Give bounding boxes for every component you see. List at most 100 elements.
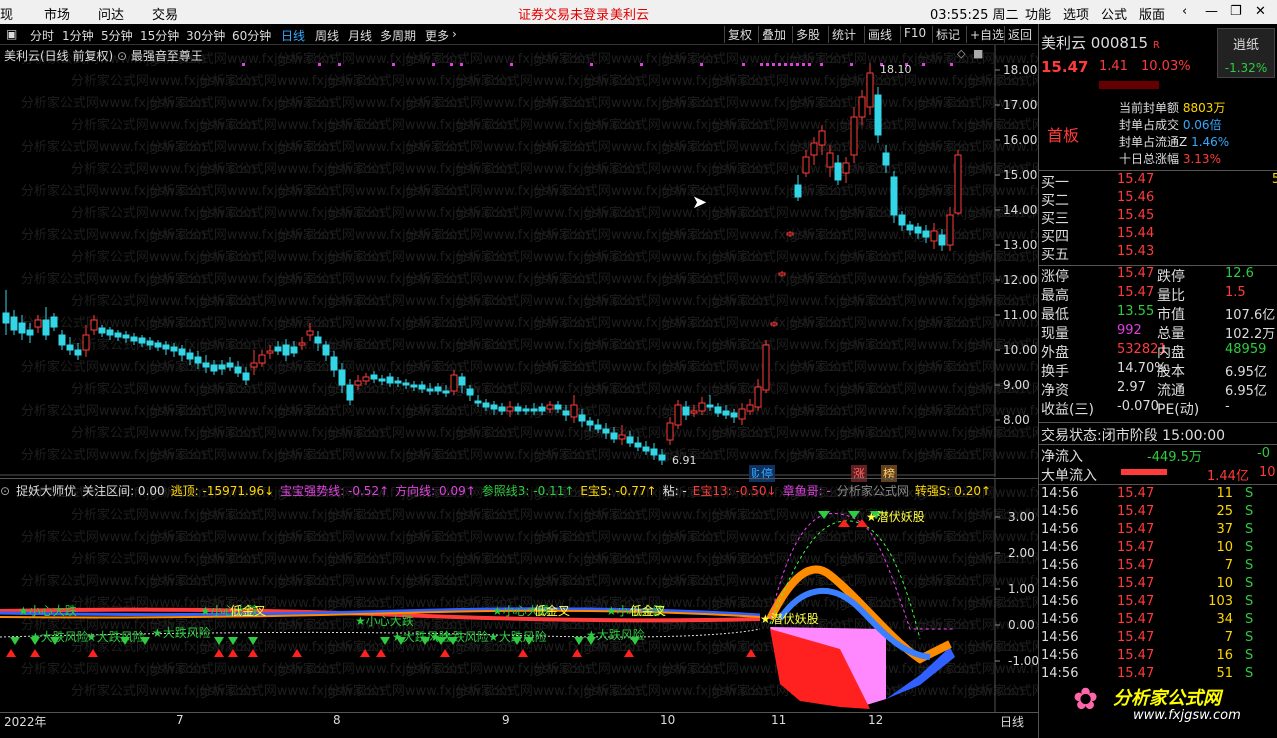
bid-row[interactable]: 买四15.441 [1041, 226, 1154, 245]
candle-body [842, 162, 850, 174]
period-15min[interactable]: 15分钟 [140, 27, 179, 44]
bid-row[interactable]: 买二15.465 [1041, 190, 1154, 209]
settings-icon[interactable]: ▣ [6, 27, 17, 41]
menu-left-cut[interactable]: 现 [0, 4, 13, 23]
indicator-name[interactable]: 捉妖大师优 [16, 484, 76, 498]
period-1min[interactable]: 1分钟 [62, 27, 94, 44]
period-30min[interactable]: 30分钟 [186, 27, 225, 44]
signal-dot [640, 63, 643, 66]
candle-body [578, 414, 586, 422]
sell-triangle [6, 649, 16, 657]
signal-dot [950, 63, 953, 66]
stat-value-2: 48959 [1225, 342, 1267, 357]
candle-body [266, 350, 274, 354]
signal-dot [796, 63, 799, 66]
watermark-text: 分析家公式网www.fxjgsw.com [917, 359, 1038, 375]
x-tick: 11 [771, 713, 787, 727]
menu-options[interactable]: 选项 [1063, 4, 1089, 23]
stat-value-2: 12.6 [1225, 266, 1254, 281]
candle-body [538, 406, 546, 412]
x-tick: 8 [333, 713, 341, 727]
chevron-right-icon[interactable]: › [452, 27, 457, 41]
tick-price: 15.47 [1117, 540, 1155, 555]
bid-row[interactable]: 买三15.4515 [1041, 208, 1154, 227]
candle-body [794, 184, 802, 198]
formula-name[interactable]: 最强音至尊王 [131, 49, 203, 63]
period-minute[interactable]: 分时 [30, 27, 54, 44]
tool-mark[interactable]: 标记 [932, 26, 963, 43]
maximize-icon[interactable]: ❐ [1230, 4, 1242, 19]
candle-body [602, 428, 610, 434]
signal-label: 低金叉 [630, 603, 666, 618]
tick-time: 14:56 [1041, 486, 1079, 501]
stats-row: 现量 992 总量 102.2万 [1041, 323, 1275, 342]
big-inflow-bar [1121, 469, 1167, 475]
menu-layout[interactable]: 版面 [1139, 4, 1165, 23]
signal-dot [590, 63, 593, 66]
menu-wenda[interactable]: 问达 [98, 4, 124, 23]
indicator-circle-icon[interactable]: ⊙ [0, 484, 10, 498]
signal-label: 低金叉 [230, 603, 266, 618]
period-indicator[interactable]: 日线 [1000, 713, 1024, 730]
tick-row: 14:56 15.47 10 S [1041, 540, 1253, 558]
stat-label-2: 总量 [1157, 326, 1185, 342]
login-warning[interactable]: 证券交易未登录 [518, 4, 609, 23]
candle-body [354, 380, 362, 386]
diamond-icon[interactable]: ◇ [957, 47, 966, 60]
stats-row: 收益(三) -0.070 PE(动) - [1041, 399, 1230, 418]
tool-overlay[interactable]: 叠加 [758, 26, 789, 43]
stat-label: 最高 [1041, 288, 1069, 304]
period-more[interactable]: 更多 [425, 27, 449, 44]
menu-function[interactable]: 功能 [1025, 4, 1051, 23]
ind-y-tick: -1.00 [1008, 654, 1038, 668]
close-pane-icon[interactable]: ■ [973, 47, 983, 60]
tick-price: 15.47 [1117, 558, 1155, 573]
tick-time: 14:56 [1041, 648, 1079, 663]
indicator-chart[interactable]: 分析家公式网www.fxjgsw.com 分析家公式网www.fxjgsw.com… [0, 478, 1038, 712]
tool-draw[interactable]: 画线 [864, 26, 895, 43]
tool-stats[interactable]: 统计 [828, 26, 859, 43]
candle-body [370, 374, 378, 380]
kline-chart[interactable]: 分析家公式网www.fxjgsw.com 分析家公式网www.fxjgsw.com… [0, 45, 1038, 477]
tool-add-watch[interactable]: +自选 [966, 26, 1007, 43]
last-price: 15.47 [1041, 58, 1089, 76]
tool-back[interactable]: 返回 [1004, 26, 1035, 43]
candle-body [834, 162, 842, 181]
mode-label: 逍纸 [1232, 38, 1259, 53]
candle-body [58, 334, 66, 346]
candle-body [698, 402, 706, 412]
bid-row[interactable]: 买一 15.47 5690 [1041, 172, 1277, 191]
period-60min[interactable]: 60分钟 [232, 27, 271, 44]
signal-dot [922, 63, 925, 66]
back-icon[interactable]: ‹ [1182, 4, 1187, 19]
expand-bar[interactable] [1099, 81, 1159, 89]
bid-row[interactable]: 买五15.431 [1041, 244, 1154, 263]
mode-box[interactable]: 逍纸 -1.32% [1217, 28, 1275, 78]
menu-formula[interactable]: 公式 [1101, 4, 1127, 23]
menu-market[interactable]: 市场 [44, 4, 70, 23]
formula-circle-icon[interactable]: ⊙ [117, 49, 127, 63]
stat-value-2: 107.6亿 [1225, 308, 1276, 323]
tool-fuquan[interactable]: 复权 [724, 26, 755, 43]
period-multi[interactable]: 多周期 [380, 27, 416, 44]
seal-flow: 1.46% [1191, 135, 1230, 149]
minimize-icon[interactable]: — [1205, 4, 1218, 19]
period-monthly[interactable]: 月线 [348, 27, 372, 44]
seal-flow-label: 封单占流通Z [1119, 135, 1188, 149]
signal-label: ★潜伏妖股 [866, 510, 925, 524]
period-daily[interactable]: 日线 [281, 27, 305, 44]
x-tick: 12 [868, 713, 884, 727]
stat-value: 992 [1117, 323, 1142, 338]
period-5min[interactable]: 5分钟 [101, 27, 133, 44]
period-weekly[interactable]: 周线 [315, 27, 339, 44]
tool-multi-stock[interactable]: 多股 [792, 26, 823, 43]
tick-side: S [1245, 612, 1254, 627]
stat-label: 最低 [1041, 307, 1069, 323]
candle-body [554, 404, 562, 410]
close-icon[interactable]: ✕ [1255, 4, 1266, 19]
signal-dot [742, 63, 745, 66]
tick-side: S [1245, 504, 1254, 519]
menu-trade[interactable]: 交易 [152, 4, 178, 23]
signal-dot [338, 63, 341, 66]
tool-f10[interactable]: F10 [900, 26, 929, 43]
